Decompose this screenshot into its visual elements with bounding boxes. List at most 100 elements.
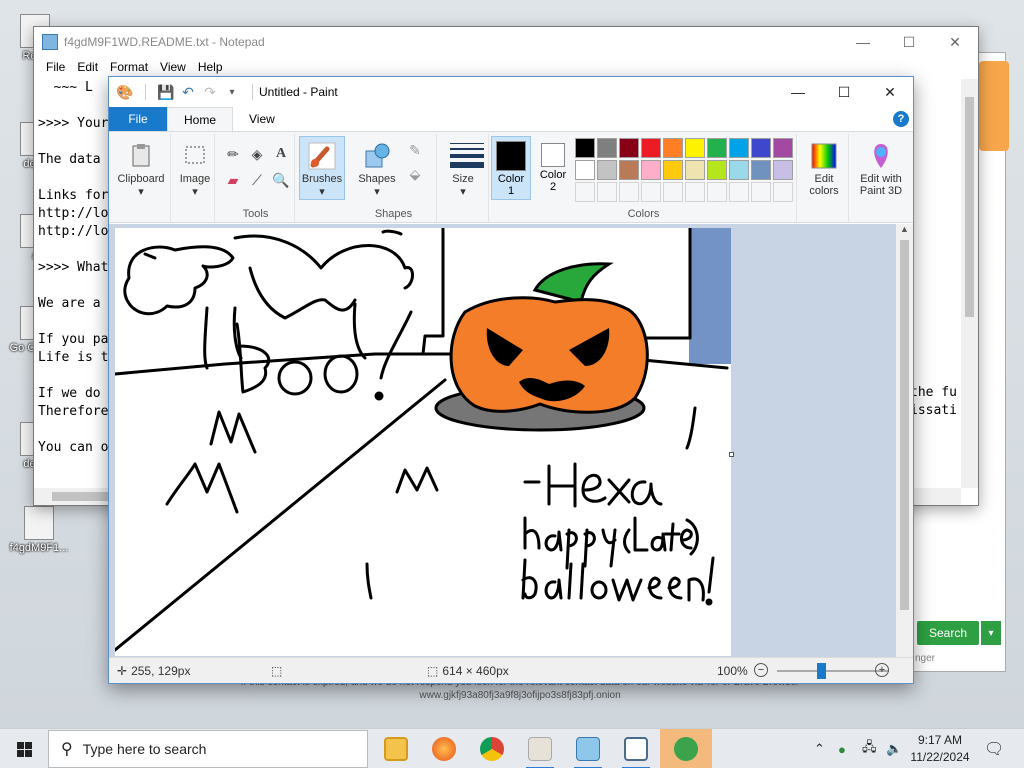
zoom-slider-thumb[interactable] bbox=[817, 663, 826, 679]
text-icon[interactable]: A bbox=[271, 144, 291, 164]
fill-icon[interactable]: ◈ bbox=[247, 144, 267, 164]
edit-paint3d-button[interactable]: Edit with Paint 3D bbox=[853, 136, 909, 200]
image-button[interactable]: Image ▾ bbox=[177, 136, 213, 200]
palette-swatch[interactable] bbox=[641, 138, 661, 158]
canvas-resize-handle[interactable] bbox=[729, 452, 734, 457]
scroll-thumb[interactable] bbox=[900, 240, 909, 610]
save-icon[interactable]: 💾 bbox=[157, 84, 174, 100]
palette-swatch[interactable] bbox=[685, 138, 705, 158]
taskbar-search[interactable]: ⚲ bbox=[48, 730, 368, 768]
palette-swatch-empty[interactable] bbox=[729, 182, 749, 202]
paint-titlebar[interactable]: 🎨 💾 ↶ ↷ ▾ Untitled - Paint — ☐ ✕ bbox=[109, 77, 913, 107]
brushes-button[interactable]: Brushes ▾ bbox=[299, 136, 345, 200]
browser-search-button[interactable]: Search bbox=[917, 621, 979, 645]
notifications-button[interactable]: 🗨 bbox=[984, 729, 1004, 768]
maximize-icon[interactable]: ☐ bbox=[821, 77, 867, 107]
pencil-icon[interactable]: ✏ bbox=[223, 144, 243, 164]
chevron-down-icon[interactable]: ▾ bbox=[224, 84, 240, 100]
palette-swatch[interactable] bbox=[619, 138, 639, 158]
color-picker-icon[interactable]: ⟋ bbox=[247, 170, 267, 190]
tray-volume[interactable]: 🔈 bbox=[886, 729, 902, 768]
menu-help[interactable]: Help bbox=[192, 60, 229, 74]
color2-button[interactable]: Color 2 bbox=[533, 136, 573, 200]
size-button[interactable]: Size ▾ bbox=[439, 136, 487, 200]
edit-colors-button[interactable]: Edit colors bbox=[801, 136, 847, 200]
taskbar-clock[interactable]: 9:17 AM 11/22/2024 bbox=[908, 732, 972, 766]
redo-icon[interactable]: ↷ bbox=[202, 84, 218, 100]
canvas-vertical-scrollbar[interactable]: ▲ bbox=[896, 224, 913, 657]
palette-swatch[interactable] bbox=[575, 138, 595, 158]
tab-file[interactable]: File bbox=[109, 107, 167, 131]
tray-network[interactable]: 🖧 bbox=[862, 729, 877, 768]
palette-swatch[interactable] bbox=[729, 160, 749, 180]
tab-view[interactable]: View bbox=[233, 107, 291, 131]
minimize-icon[interactable]: — bbox=[775, 77, 821, 107]
palette-swatch-empty[interactable] bbox=[663, 182, 683, 202]
notepad-vertical-scrollbar[interactable] bbox=[961, 79, 978, 488]
palette-swatch[interactable] bbox=[685, 160, 705, 180]
tray-show-hidden[interactable]: ⌃ bbox=[814, 729, 825, 768]
chevron-down-icon[interactable]: ▾ bbox=[981, 621, 1001, 645]
palette-swatch[interactable] bbox=[575, 160, 595, 180]
taskbar-paint[interactable] bbox=[516, 729, 564, 768]
menu-edit[interactable]: Edit bbox=[71, 60, 104, 74]
menu-format[interactable]: Format bbox=[104, 60, 154, 74]
minimize-icon[interactable]: — bbox=[840, 27, 886, 57]
close-icon[interactable]: ✕ bbox=[867, 77, 913, 107]
taskbar-chrome[interactable] bbox=[468, 729, 516, 768]
palette-swatch-empty[interactable] bbox=[641, 182, 661, 202]
undo-icon[interactable]: ↶ bbox=[180, 84, 196, 100]
menu-file[interactable]: File bbox=[40, 60, 71, 74]
clipboard-button[interactable]: Clipboard ▾ bbox=[115, 136, 167, 200]
palette-swatch[interactable] bbox=[773, 138, 793, 158]
help-icon[interactable]: ? bbox=[893, 111, 909, 127]
palette-swatch[interactable] bbox=[663, 160, 683, 180]
maximize-icon[interactable]: ☐ bbox=[886, 27, 932, 57]
palette-swatch[interactable] bbox=[707, 160, 727, 180]
taskbar-user-app[interactable] bbox=[660, 729, 712, 768]
zoom-in-icon[interactable]: + bbox=[875, 663, 889, 677]
palette-swatch-empty[interactable] bbox=[685, 182, 705, 202]
taskbar-file-explorer[interactable] bbox=[372, 729, 420, 768]
zoom-out-icon[interactable]: − bbox=[754, 663, 768, 677]
taskbar-window-app[interactable] bbox=[612, 729, 660, 768]
eraser-icon[interactable]: ▰ bbox=[223, 170, 243, 190]
palette-swatch-empty[interactable] bbox=[707, 182, 727, 202]
notepad-titlebar[interactable]: f4gdM9F1WD.README.txt - Notepad — ☐ ✕ bbox=[34, 27, 978, 57]
palette-swatch[interactable] bbox=[663, 138, 683, 158]
taskbar-notepad[interactable] bbox=[564, 729, 612, 768]
palette-swatch[interactable] bbox=[619, 160, 639, 180]
palette-swatch[interactable] bbox=[641, 160, 661, 180]
search-input[interactable] bbox=[82, 741, 333, 757]
zoom-slider-track[interactable] bbox=[777, 670, 889, 672]
chevron-up-icon[interactable]: ▲ bbox=[896, 224, 913, 234]
palette-swatch-empty[interactable] bbox=[597, 182, 617, 202]
palette-swatch[interactable] bbox=[751, 160, 771, 180]
scroll-thumb[interactable] bbox=[965, 97, 974, 317]
menu-view[interactable]: View bbox=[154, 60, 192, 74]
palette-swatch[interactable] bbox=[751, 138, 771, 158]
tray-user[interactable]: ● bbox=[838, 729, 846, 768]
palette-swatch-empty[interactable] bbox=[751, 182, 771, 202]
tab-home[interactable]: Home bbox=[167, 107, 234, 131]
palette-swatch[interactable] bbox=[729, 138, 749, 158]
start-button[interactable] bbox=[0, 729, 48, 768]
color1-button[interactable]: Color 1 bbox=[491, 136, 531, 200]
drawing-canvas[interactable] bbox=[115, 228, 731, 656]
taskbar-firefox[interactable] bbox=[420, 729, 468, 768]
paint-window[interactable]: 🎨 💾 ↶ ↷ ▾ Untitled - Paint — ☐ ✕ File Ho… bbox=[108, 76, 914, 684]
fill-shape-icon[interactable]: ⬙ bbox=[405, 164, 425, 184]
outline-icon[interactable]: ✎ bbox=[405, 140, 425, 160]
palette-swatch[interactable] bbox=[597, 138, 617, 158]
palette-swatch[interactable] bbox=[773, 160, 793, 180]
clipboard-label: Clipboard bbox=[117, 173, 165, 185]
palette-swatch[interactable] bbox=[707, 138, 727, 158]
magnifier-icon[interactable]: 🔍 bbox=[271, 170, 291, 190]
close-icon[interactable]: ✕ bbox=[932, 27, 978, 57]
palette-swatch-empty[interactable] bbox=[619, 182, 639, 202]
shapes-button[interactable]: Shapes ▾ bbox=[353, 136, 401, 200]
palette-swatch[interactable] bbox=[597, 160, 617, 180]
readme-file-icon[interactable]: f4gdM9F1... bbox=[4, 506, 74, 554]
palette-swatch-empty[interactable] bbox=[773, 182, 793, 202]
palette-swatch-empty[interactable] bbox=[575, 182, 595, 202]
